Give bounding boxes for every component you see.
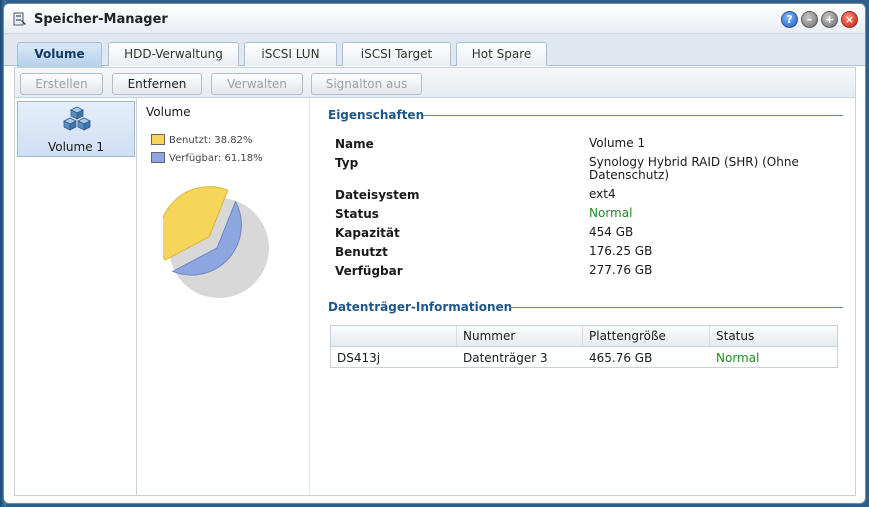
disk-col-size[interactable]: Plattengröße: [583, 326, 710, 347]
disk-cell-device: DS413j: [337, 351, 381, 365]
prop-value-used: 176.25 GB: [589, 244, 653, 258]
legend-used-label: Benutzt: 38.82%: [169, 135, 253, 146]
prop-value-name: Volume 1: [589, 136, 646, 150]
beep-off-button[interactable]: Signalton aus: [311, 73, 422, 95]
legend-free-swatch: [151, 152, 165, 163]
disk-col-number[interactable]: Nummer: [457, 326, 583, 347]
legend-used-swatch: [151, 134, 165, 145]
legend-free: Verfügbar: 61.18%: [151, 152, 263, 164]
help-icon[interactable]: ?: [781, 11, 798, 28]
properties-heading: Eigenschaften: [328, 108, 425, 122]
prop-value-capacity: 454 GB: [589, 225, 634, 239]
prop-key-filesystem: Dateisystem: [335, 188, 420, 202]
disk-table: Nummer Plattengröße Status DS413j Datent…: [330, 325, 838, 368]
remove-button[interactable]: Entfernen: [112, 73, 202, 95]
prop-key-status: Status: [335, 207, 379, 221]
disk-cell-size: 465.76 GB: [589, 351, 653, 365]
storage-manager-window: Speicher-Manager ? – + × Volume HDD-Verw…: [3, 3, 866, 504]
tab-bar: Volume HDD-Verwaltung iSCSI LUN iSCSI Ta…: [4, 34, 865, 67]
create-button[interactable]: Erstellen: [20, 73, 103, 95]
details-panel: Eigenschaften Name Volume 1 Typ Synology…: [311, 98, 857, 495]
properties-divider: [423, 115, 843, 116]
prop-value-status: Normal: [589, 206, 633, 220]
manage-button[interactable]: Verwalten: [211, 73, 303, 95]
usage-title: Volume: [146, 105, 191, 119]
prop-value-filesystem: ext4: [589, 187, 616, 201]
tab-hot-spare[interactable]: Hot Spare: [456, 42, 547, 66]
disk-info-heading: Datenträger-Informationen: [328, 300, 513, 314]
tab-iscsi-target[interactable]: iSCSI Target: [342, 42, 451, 66]
usage-pie-chart: [163, 186, 269, 298]
volume-cubes-icon: [63, 106, 91, 131]
prop-key-name: Name: [335, 137, 374, 151]
window-title: Speicher-Manager: [34, 12, 168, 27]
prop-key-available: Verfügbar: [335, 264, 403, 278]
close-icon[interactable]: ×: [841, 11, 858, 28]
legend-used: Benutzt: 38.82%: [151, 134, 252, 146]
disk-col-device[interactable]: [331, 326, 457, 347]
prop-key-used: Benutzt: [335, 245, 388, 259]
storage-manager-icon: [13, 12, 26, 26]
prop-key-capacity: Kapazität: [335, 226, 400, 240]
toolbar: Erstellen Entfernen Verwalten Signalton …: [14, 67, 856, 98]
disk-col-status[interactable]: Status: [710, 326, 837, 347]
volume-list-item-label: Volume 1: [47, 140, 105, 154]
usage-panel: Volume Benutzt: 38.82% Verfügbar: 61.18%: [138, 98, 310, 495]
maximize-icon[interactable]: +: [821, 11, 838, 28]
tab-hdd-management[interactable]: HDD-Verwaltung: [108, 42, 239, 66]
disk-info-divider: [509, 307, 843, 308]
window-titlebar[interactable]: Speicher-Manager ? – + ×: [4, 4, 865, 34]
prop-value-available: 277.76 GB: [589, 263, 653, 277]
prop-value-type: Synology Hybrid RAID (SHR) (Ohne Datensc…: [589, 155, 799, 182]
prop-key-type: Typ: [335, 156, 359, 170]
tab-volume[interactable]: Volume: [17, 42, 102, 67]
disk-cell-number: Datenträger 3: [463, 351, 548, 365]
volume-list: Volume 1: [15, 98, 137, 495]
disk-cell-status: Normal: [716, 351, 760, 365]
minimize-icon[interactable]: –: [801, 11, 818, 28]
tab-iscsi-lun[interactable]: iSCSI LUN: [244, 42, 337, 66]
volume-list-item[interactable]: Volume 1: [17, 101, 135, 157]
content-area: Volume 1 Volume Benutzt: 38.82% Verfügba…: [14, 98, 856, 496]
legend-free-label: Verfügbar: 61.18%: [169, 153, 263, 164]
